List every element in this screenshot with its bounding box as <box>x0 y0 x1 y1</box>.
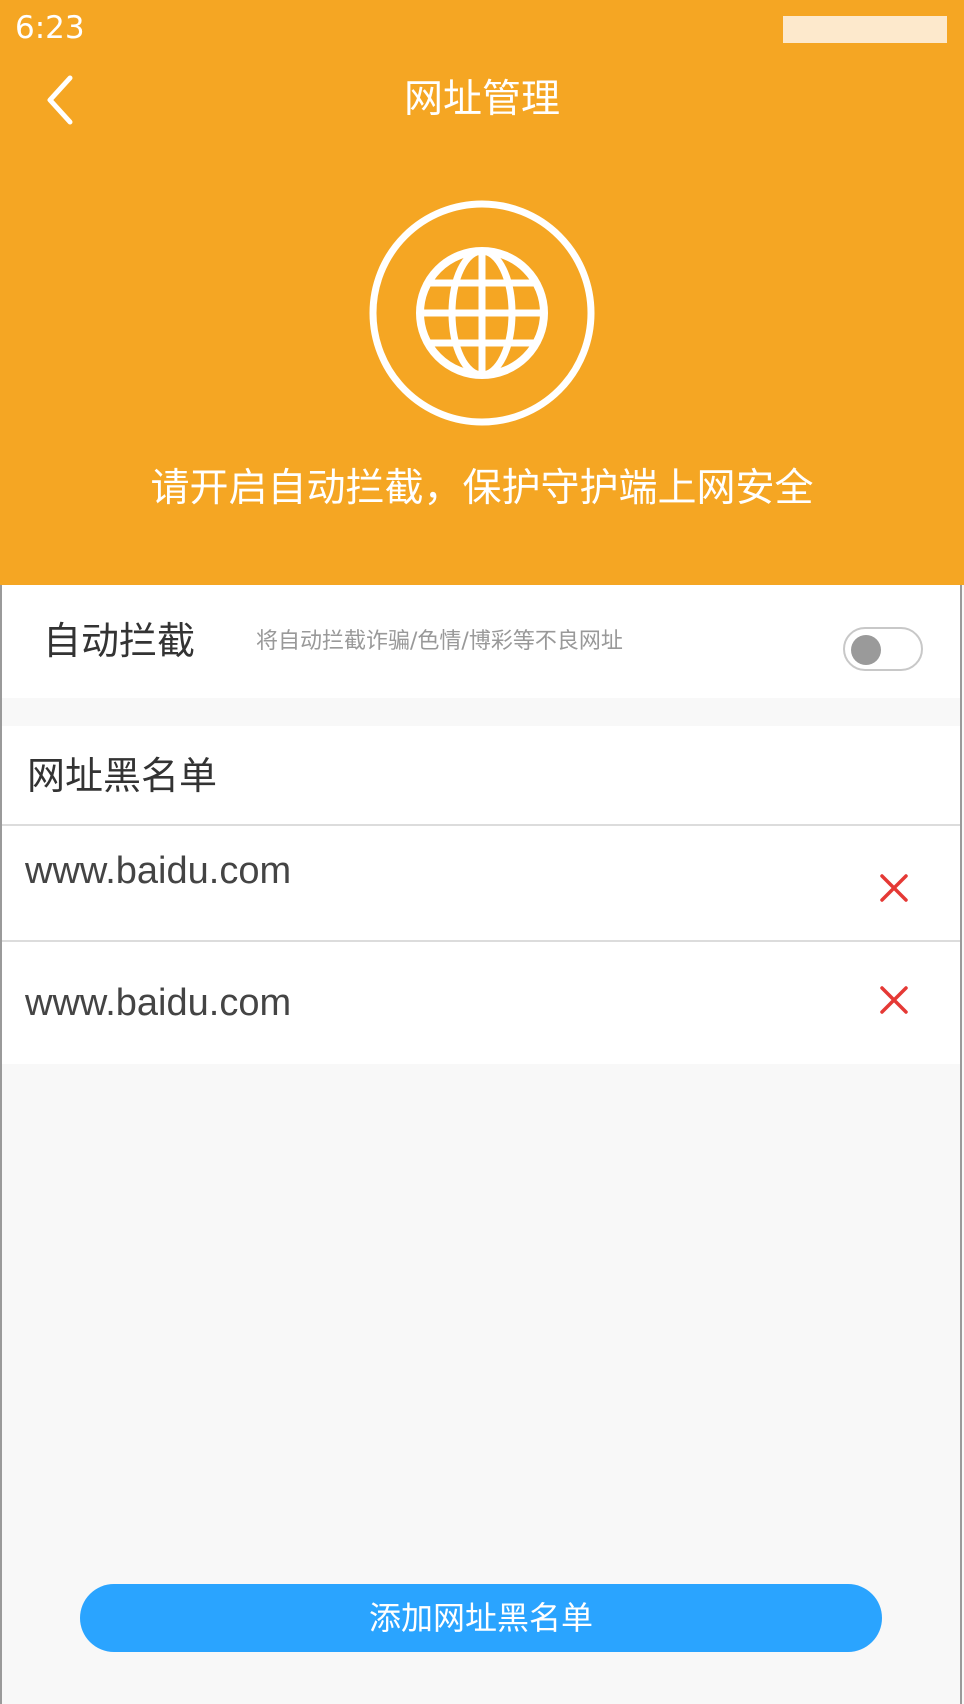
status-time: 6:23 <box>15 10 85 46</box>
blacklist-url: www.baidu.com <box>25 850 292 892</box>
delete-button[interactable] <box>872 866 916 910</box>
auto-block-description: 将自动拦截诈骗/色情/博彩等不良网址 <box>256 629 623 654</box>
frame-edge-left <box>0 585 2 1704</box>
blacklist-item: www.baidu.com <box>0 942 960 1064</box>
auto-block-label: 自动拦截 <box>43 619 196 663</box>
blacklist-title: 网址黑名单 <box>27 754 218 798</box>
globe-icon <box>367 198 597 428</box>
banner-message: 请开启自动拦截，保护守护端上网安全 <box>150 466 814 511</box>
toggle-knob <box>851 635 881 665</box>
frame-edge-right <box>960 585 962 1704</box>
delete-button[interactable] <box>872 978 916 1022</box>
page-title: 网址管理 <box>403 77 560 122</box>
app-screen: 6:23 网址管理 请开启自动拦截，保护守护端上网安全 自动拦截 将自动拦截诈骗… <box>0 0 964 1704</box>
add-blacklist-button[interactable]: 添加网址黑名单 <box>80 1584 882 1652</box>
close-icon <box>880 986 908 1014</box>
status-indicators <box>783 16 947 43</box>
header-banner: 6:23 网址管理 请开启自动拦截，保护守护端上网安全 <box>0 0 964 585</box>
auto-block-row: 自动拦截 将自动拦截诈骗/色情/博彩等不良网址 <box>0 585 960 698</box>
blacklist-header: 网址黑名单 <box>0 726 960 826</box>
auto-block-toggle[interactable] <box>843 627 923 671</box>
blacklist-url: www.baidu.com <box>25 982 292 1024</box>
blacklist-item: www.baidu.com <box>0 826 960 942</box>
close-icon <box>880 874 908 902</box>
